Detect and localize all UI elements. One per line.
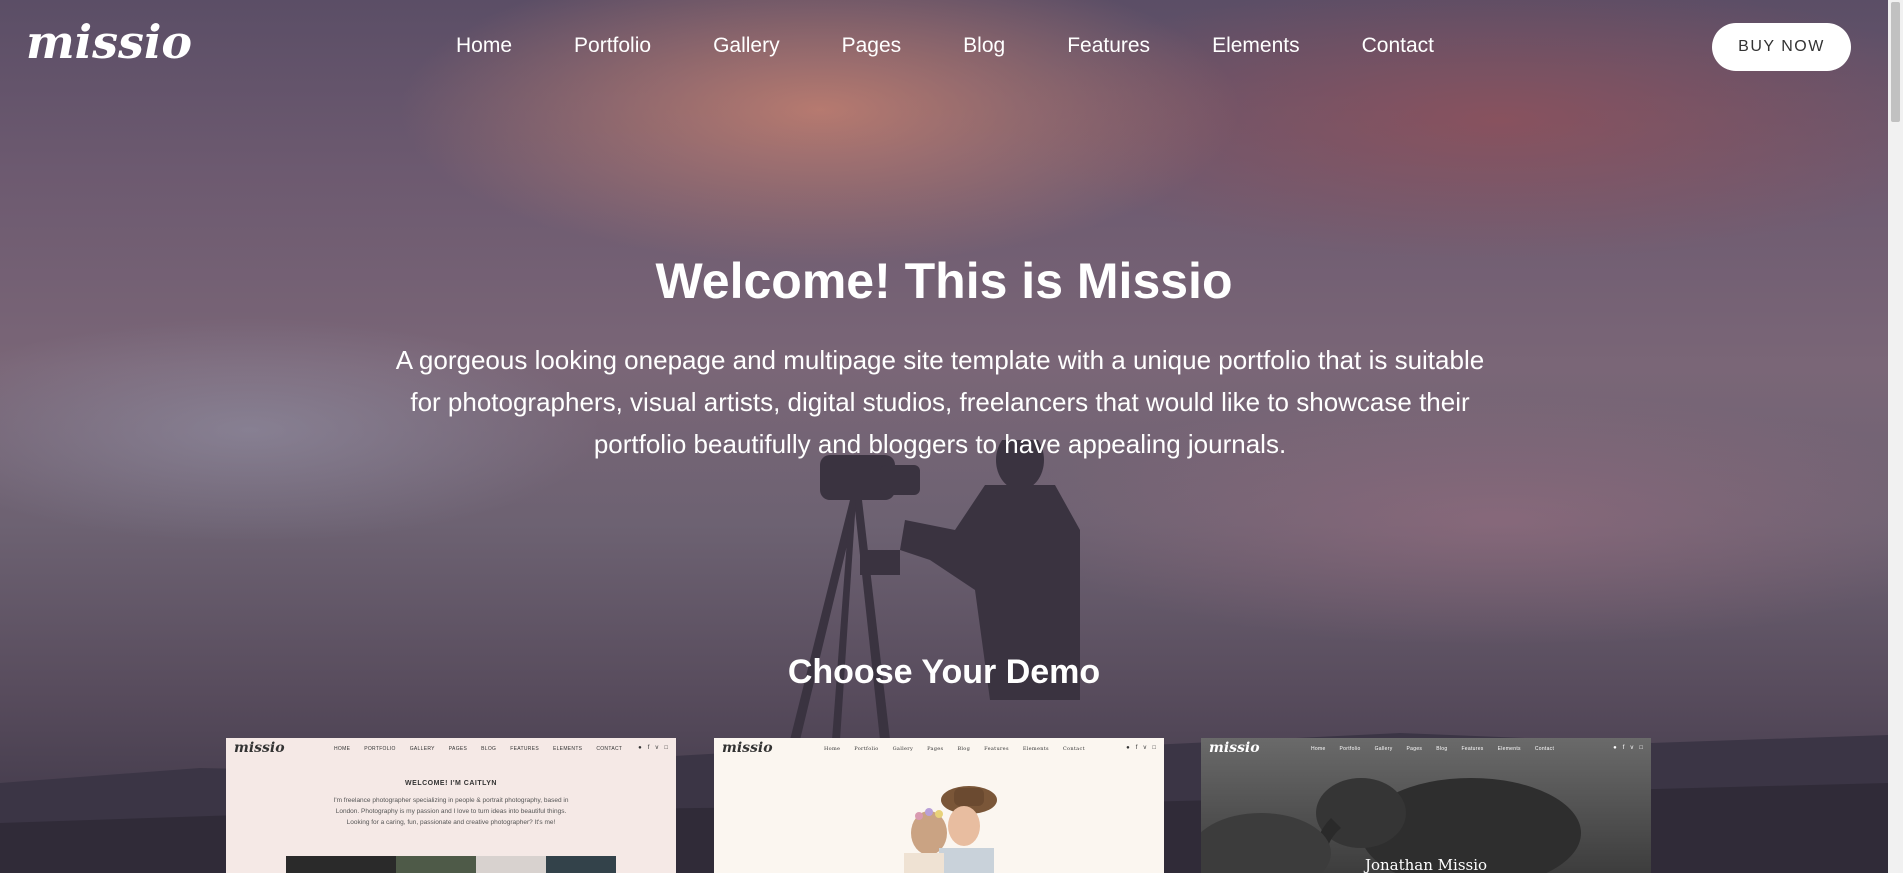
card-menu-item: PAGES bbox=[448, 746, 468, 752]
card-photo bbox=[286, 856, 396, 873]
twitter-icon: ● bbox=[638, 745, 642, 751]
card-menu-item: Pages bbox=[1406, 746, 1423, 752]
hero-title: Welcome! This is Missio bbox=[655, 253, 1233, 309]
nav-portfolio[interactable]: Portfolio bbox=[574, 34, 651, 60]
card-menu-item: Portfolio bbox=[1339, 746, 1361, 752]
card-menu-item: BLOG bbox=[481, 746, 497, 752]
card-menu-item: Gallery bbox=[1374, 746, 1393, 752]
card-logo: missio bbox=[234, 740, 285, 756]
card-menu-item: Gallery bbox=[892, 746, 914, 752]
card-menu-item: Home bbox=[824, 746, 841, 752]
twitter-icon: ● bbox=[1613, 745, 1617, 751]
choose-demo-title: Choose Your Demo bbox=[787, 653, 1101, 691]
instagram-icon: □ bbox=[664, 745, 668, 751]
nav-gallery[interactable]: Gallery bbox=[713, 34, 780, 60]
instagram-icon: □ bbox=[1152, 745, 1156, 751]
scrollbar-thumb[interactable] bbox=[1891, 2, 1900, 122]
card-menu-item: GALLERY bbox=[409, 746, 435, 752]
vimeo-icon: v bbox=[1630, 745, 1634, 751]
hero-description-line: portfolio beautifully and bloggers to ha… bbox=[593, 429, 1287, 459]
nav-features[interactable]: Features bbox=[1067, 34, 1150, 60]
facebook-icon: f bbox=[1135, 745, 1138, 751]
card-menu-item: Pages bbox=[927, 746, 944, 752]
hero-description: A gorgeous looking onepage and multipage… bbox=[360, 339, 1520, 465]
vimeo-icon: v bbox=[1143, 745, 1147, 751]
nav-elements[interactable]: Elements bbox=[1212, 34, 1300, 60]
card-menu: Home Portfolio Gallery Pages Blog Featur… bbox=[824, 746, 1085, 752]
card-text-line: London. Photography is my passion and I … bbox=[335, 808, 567, 815]
demo-card-2[interactable]: missio Home Portfolio Gallery Pages Blog… bbox=[714, 738, 1164, 873]
card-menu-item: Features bbox=[1461, 746, 1484, 752]
card-heading: WELCOME! I'M CAITLYN bbox=[405, 780, 497, 787]
card-menu-item: HOME bbox=[334, 746, 351, 752]
card-logo: missio bbox=[722, 740, 773, 756]
card-photo bbox=[476, 856, 546, 873]
facebook-icon: f bbox=[647, 745, 650, 751]
card-menu-item: Home bbox=[1311, 746, 1326, 752]
card-menu-item: Contact bbox=[1062, 746, 1085, 752]
hero-description-line: A gorgeous looking onepage and multipage… bbox=[395, 345, 1485, 375]
card-menu-item: Blog bbox=[957, 746, 971, 752]
card-menu: HOME PORTFOLIO GALLERY PAGES BLOG FEATUR… bbox=[334, 746, 622, 752]
card-menu-item: Features bbox=[984, 746, 1009, 752]
card-menu-item: Blog bbox=[1436, 746, 1448, 752]
hero-description-line: for photographers, visual artists, digit… bbox=[410, 387, 1470, 417]
main-navigation: Home Portfolio Gallery Pages Blog Featur… bbox=[456, 34, 1434, 60]
svg-text:missio: missio bbox=[26, 15, 192, 69]
card-menu-item: FEATURES bbox=[510, 746, 539, 752]
card-name: Jonathan Missio bbox=[1364, 856, 1488, 873]
card-logo: missio bbox=[1209, 740, 1260, 756]
card-menu-item: ELEMENTS bbox=[552, 746, 583, 752]
card-menu-item: Elements bbox=[1022, 746, 1049, 752]
card-menu: Home Portfolio Gallery Pages Blog Featur… bbox=[1311, 746, 1554, 752]
nav-home[interactable]: Home bbox=[456, 34, 512, 60]
facebook-icon: f bbox=[1622, 745, 1625, 751]
page-scrollbar[interactable] bbox=[1888, 0, 1903, 873]
card-text-line: Looking for a caring, fun, passionate an… bbox=[346, 819, 556, 826]
nav-contact[interactable]: Contact bbox=[1362, 34, 1434, 60]
buy-now-button[interactable]: BUY NOW bbox=[1712, 23, 1851, 71]
nav-pages[interactable]: Pages bbox=[842, 34, 902, 60]
vimeo-icon: v bbox=[655, 745, 659, 751]
missio-logo-icon: missio bbox=[26, 15, 192, 69]
card-photo bbox=[396, 856, 476, 873]
card-text: I'm freelance photographer specializing … bbox=[306, 795, 596, 828]
card-social-icons: ● f v □ bbox=[1613, 745, 1643, 751]
couple-photo bbox=[904, 786, 997, 873]
twitter-icon: ● bbox=[1126, 745, 1130, 751]
card-menu-item: CONTACT bbox=[596, 746, 623, 752]
demo-card-3[interactable]: missio Home Portfolio Gallery Pages Blog… bbox=[1201, 738, 1651, 873]
card-menu-item: Portfolio bbox=[854, 746, 879, 752]
logo[interactable]: missio bbox=[24, 14, 204, 74]
nav-blog[interactable]: Blog bbox=[963, 34, 1005, 60]
card-text-line: I'm freelance photographer specializing … bbox=[333, 797, 569, 804]
card-photo bbox=[546, 856, 616, 873]
card-social-icons: ● f v □ bbox=[638, 745, 668, 751]
demo-card-1[interactable]: missio HOME PORTFOLIO GALLERY PAGES BLOG… bbox=[226, 738, 676, 873]
card-social-icons: ● f v □ bbox=[1126, 745, 1156, 751]
card-menu-item: Contact bbox=[1534, 746, 1555, 752]
card-menu-item: Elements bbox=[1497, 746, 1521, 752]
card-photo-strip bbox=[286, 856, 616, 873]
instagram-icon: □ bbox=[1639, 745, 1643, 751]
card-menu-item: PORTFOLIO bbox=[364, 746, 396, 752]
photographer-silhouette bbox=[790, 440, 1080, 740]
